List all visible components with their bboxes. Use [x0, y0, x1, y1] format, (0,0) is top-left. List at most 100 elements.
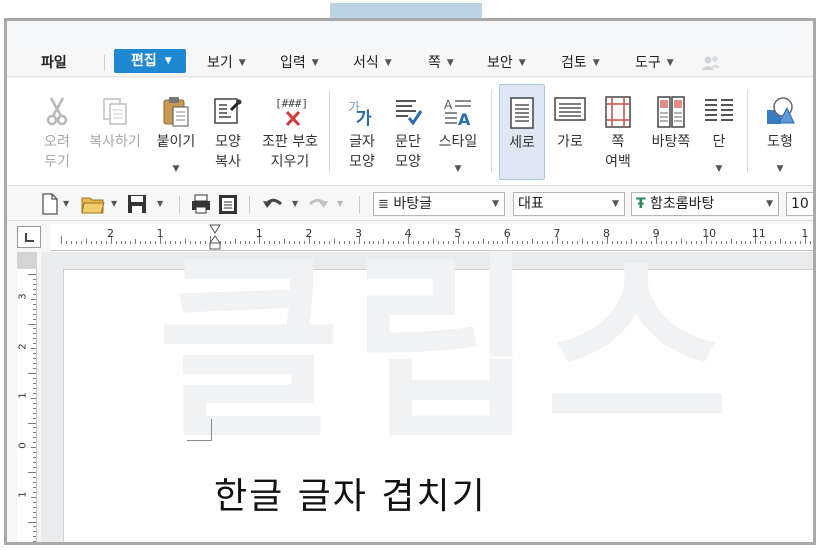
vertical-ruler[interactable]: 3 2 1 0 1 [17, 269, 37, 542]
ruler-tick [31, 447, 36, 449]
paragraph-shape-button[interactable]: 문단 모양 [385, 84, 431, 180]
menu-tools-label: 도구 [635, 55, 661, 71]
ruler-tick [33, 333, 36, 335]
ruler-tick [120, 241, 122, 244]
chevron-down-icon[interactable]: ▼ [701, 164, 737, 174]
ruler-tick [33, 308, 36, 310]
menu-page[interactable]: 쪽 ▼ [428, 53, 454, 73]
ruler-tick [28, 274, 36, 275]
print-button[interactable] [191, 193, 213, 215]
chevron-down-icon[interactable]: ▼ [157, 199, 163, 208]
cut-button[interactable]: 오려 두기 [37, 84, 77, 180]
chevron-down-icon[interactable]: ▼ [433, 164, 483, 174]
menu-edit-label: 편집 [131, 53, 157, 69]
paste-icon [161, 96, 191, 132]
svg-text:가: 가 [356, 109, 372, 126]
columns-button[interactable]: 단 ▼ [701, 84, 737, 180]
ribbon-divider [491, 90, 492, 172]
preview-button[interactable] [218, 193, 240, 215]
toolbar-divider [179, 196, 180, 214]
font-size-value: 10 [791, 196, 809, 212]
chevron-down-icon[interactable]: ▼ [153, 164, 199, 174]
shapes-label: 도형 [767, 134, 793, 150]
new-document-button[interactable]: ▼ [41, 193, 71, 215]
ruler-tick [33, 501, 36, 503]
ribbon-divider [329, 90, 330, 172]
undo-button[interactable]: ▼ [262, 193, 302, 215]
clear-code-button[interactable]: [###] 조판 부호 지우기 [257, 84, 323, 180]
ruler-tick [33, 392, 36, 394]
ruler-tick [31, 397, 36, 399]
ruler-number: 2 [107, 227, 114, 240]
style-button[interactable]: AA 스타일 ▼ [433, 84, 483, 180]
ruler-tick [70, 241, 72, 244]
document-text[interactable]: 한글 글자 겹치기 [214, 467, 487, 519]
master-page-button[interactable]: 바탕쪽 [643, 84, 699, 180]
ruler-tick [115, 241, 117, 244]
ruler-tick [140, 241, 142, 244]
ruler-tick [33, 417, 36, 419]
ruler-toggle-button[interactable] [17, 226, 41, 248]
ruler-tick [33, 368, 36, 370]
font-size-select[interactable]: 10 [786, 192, 813, 216]
char-shape-button[interactable]: 가가 글자 모양 [339, 84, 385, 180]
chevron-down-icon: ▼ [384, 58, 392, 68]
char-shape-icon: 가가 [347, 96, 377, 130]
char-shape-label: 글자 모양 [349, 134, 375, 170]
ruler-corner-icon [25, 233, 34, 242]
landscape-label: 가로 [557, 134, 583, 150]
chevron-down-icon[interactable]: ▼ [63, 199, 69, 208]
ruler-tick [785, 241, 787, 244]
ruler-tick [780, 239, 782, 244]
copy-button[interactable]: 복사하기 [83, 84, 147, 180]
ruler-tick [33, 467, 36, 469]
menu-security-label: 보안 [487, 55, 513, 71]
ruler-number: 3 [17, 293, 29, 300]
format-painter-button[interactable]: 모양 복사 [205, 84, 251, 180]
ruler-tick [33, 328, 36, 330]
menu-review[interactable]: 검토 ▼ [561, 53, 600, 73]
open-button[interactable]: ▼ [81, 193, 121, 215]
ruler-tick [105, 241, 107, 244]
users-icon[interactable] [701, 54, 721, 72]
menu-edit[interactable]: 편집 ▼ [114, 49, 186, 73]
undo-icon [263, 198, 282, 208]
menu-insert[interactable]: 입력 ▼ [280, 53, 319, 73]
menu-view[interactable]: 보기 ▼ [207, 53, 246, 73]
ruler-tick [33, 541, 36, 542]
ruler-tick [28, 373, 36, 374]
paste-button[interactable]: 붙이기 ▼ [153, 84, 199, 180]
chevron-down-icon[interactable]: ▼ [757, 164, 803, 174]
outline-select[interactable]: 대표 ▼ [513, 192, 625, 216]
ruler-tick [145, 241, 147, 244]
chevron-down-icon[interactable]: ▼ [111, 199, 117, 208]
font-select[interactable]: Ŧ 함초롬바탕 ▼ [631, 192, 779, 216]
menu-format[interactable]: 서식 ▼ [353, 53, 392, 73]
svg-text:A: A [444, 98, 453, 112]
menu-tools[interactable]: 도구 ▼ [635, 53, 674, 73]
menu-security[interactable]: 보안 ▼ [487, 53, 526, 73]
landscape-button[interactable]: 가로 [547, 84, 593, 180]
ruler-tick [33, 288, 36, 290]
format-painter-icon [213, 96, 243, 130]
truetype-font-icon: Ŧ [636, 196, 646, 212]
redo-button[interactable]: ▼ [307, 193, 347, 215]
redo-icon [309, 198, 328, 208]
chevron-down-icon[interactable]: ▼ [292, 199, 298, 208]
page-margin-button[interactable]: 쪽 여백 [595, 84, 641, 180]
portrait-button[interactable]: 세로 [499, 84, 545, 180]
save-button[interactable]: ▼ [127, 193, 167, 215]
style-select[interactable]: ≣ 바탕글 ▼ [373, 192, 505, 216]
ruler-number: 1 [801, 227, 809, 240]
paragraph-style-icon: ≣ [378, 197, 389, 212]
ruler-tick [28, 323, 36, 325]
ruler-tick [33, 358, 36, 360]
chevron-down-icon: ▼ [492, 199, 499, 209]
master-page-icon [656, 96, 686, 132]
menu-file[interactable]: 파일 [41, 53, 67, 73]
style-select-value: 바탕글 [393, 196, 432, 212]
ruler-tick [33, 536, 36, 538]
ruler-tick [33, 278, 36, 280]
shapes-button[interactable]: 도형 ▼ [757, 84, 803, 180]
ruler-tick [809, 241, 811, 244]
